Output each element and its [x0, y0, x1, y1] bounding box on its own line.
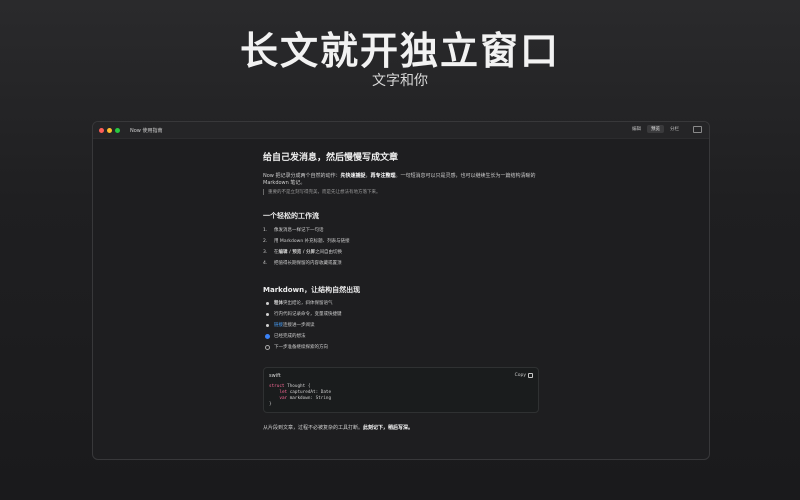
mode-edit[interactable]: 编辑 — [628, 125, 645, 133]
sidebar-toggle-icon[interactable] — [693, 126, 702, 133]
bullet-item: 行内代码记录命令，变量或快捷键 — [263, 309, 539, 320]
bullet-text: 行内代码记录命令，变量或快捷键 — [274, 312, 342, 317]
bullet-icon — [266, 324, 269, 327]
hero-subtitle: 文字和你 — [372, 73, 428, 89]
section-heading-markdown: Markdown，让结构自然出现 — [263, 286, 361, 294]
list-number: 3. — [263, 250, 268, 255]
doc-title: 给自己发消息，然后慢慢写成文章 — [263, 153, 399, 163]
list-text: 之间自由切换 — [315, 250, 343, 255]
section-heading-workflow: 一个轻松的工作流 — [263, 212, 319, 220]
code-keyword: var — [279, 396, 288, 401]
intro-bold: 先快速捕捉 — [340, 173, 366, 179]
minimize-icon[interactable] — [107, 127, 112, 133]
code-content: struct Thought { let capturedAt: Date va… — [269, 384, 331, 408]
task-text: 下一步准备继续探索的方向 — [274, 345, 328, 350]
mode-switcher: 编辑 预览 分栏 — [628, 125, 683, 133]
bullet-text: 突出结论，斜体保留语气 — [283, 301, 333, 306]
code-block: swift Copy struct Thought { let captured… — [263, 367, 539, 413]
intro-bold: 再专注整理 — [370, 173, 396, 179]
workflow-list: 1. 像发消息一样记下一句话 2. 用 Markdown 补充标题、列表与链接 3.… — [263, 225, 539, 269]
code-keyword: struct — [269, 384, 285, 389]
list-number: 1. — [263, 228, 268, 233]
code-text: } — [269, 402, 272, 407]
copy-label: Copy — [514, 373, 526, 378]
code-keyword: let — [279, 390, 288, 395]
intro-paragraph: Now 把记录分成两个自然的动作：先快速捕捉，再专注整理。一句短消息可以只是灵感… — [263, 173, 539, 187]
copy-icon — [528, 373, 533, 378]
bullet-icon — [266, 302, 269, 305]
list-item: 1. 像发消息一样记下一句话 — [263, 225, 539, 236]
intro-text: Now 把记录分成两个自然的动作： — [263, 173, 341, 179]
feature-list: 粗体 突出结论，斜体保留语气 行内代码记录命令，变量或快捷键 链接 连接进一步阅读 … — [263, 298, 539, 353]
document-preview: 给自己发消息，然后慢慢写成文章 Now 把记录分成两个自然的动作：先快速捕捉，再… — [263, 150, 539, 431]
bullet-link[interactable]: 链接 — [274, 320, 283, 331]
task-item: 下一步准备继续探索的方向 — [263, 342, 539, 353]
list-number: 2. — [263, 239, 268, 244]
list-text: 把值得长期保留的内容收藏或置顶 — [274, 261, 342, 266]
code-language: swift — [269, 373, 281, 379]
titlebar: Now 使用指南 编辑 预览 分栏 — [93, 122, 709, 139]
close-icon[interactable] — [99, 127, 104, 133]
bullet-item: 链接 连接进一步阅读 — [263, 320, 539, 331]
checkbox-unchecked[interactable] — [265, 345, 270, 350]
mode-split[interactable]: 分栏 — [666, 125, 683, 133]
code-text: capturedAt: Date — [287, 390, 332, 395]
copy-button[interactable]: Copy — [515, 373, 533, 378]
list-item: 3. 在 编辑 / 预览 / 分屏 之间自由切换 — [263, 247, 539, 258]
closing-paragraph: 从片段到文章，过程不必被复杂的工具打断。此刻记下，稍后写深。 — [263, 424, 539, 431]
bullet-bold: 粗体 — [274, 301, 283, 306]
list-item: 2. 用 Markdown 补充标题、列表与链接 — [263, 236, 539, 247]
list-number: 4. — [263, 261, 268, 266]
list-item: 4. 把值得长期保留的内容收藏或置顶 — [263, 258, 539, 269]
code-text: Thought { — [284, 384, 311, 389]
task-item: 已经完成的想法 — [263, 331, 539, 342]
closing-bold: 此刻记下，稍后写深。 — [363, 425, 414, 431]
closing-text: 从片段到文章，过程不必被复杂的工具打断。 — [263, 425, 364, 431]
list-bold: 编辑 / 预览 / 分屏 — [278, 250, 316, 255]
mode-preview[interactable]: 预览 — [647, 125, 664, 133]
checkbox-checked[interactable] — [265, 334, 270, 339]
window-title: Now 使用指南 — [130, 127, 163, 134]
zoom-icon[interactable] — [115, 127, 120, 133]
blockquote: 重要的不是立刻写得完美，而是先让想法有地方落下来。 — [263, 189, 539, 195]
task-text: 已经完成的想法 — [274, 334, 306, 339]
app-window: Now 使用指南 编辑 预览 分栏 给自己发消息，然后慢慢写成文章 Now 把记… — [92, 121, 710, 460]
traffic-lights — [99, 127, 120, 133]
list-text: 像发消息一样记下一句话 — [274, 228, 324, 233]
bullet-item: 粗体 突出结论，斜体保留语气 — [263, 298, 539, 309]
hero-title: 长文就开独立窗口 — [239, 29, 560, 73]
list-text: 用 Markdown 补充标题、列表与链接 — [274, 239, 350, 244]
code-line: } — [269, 402, 331, 408]
code-text: markdown: String — [287, 396, 332, 401]
code-line: var markdown: String — [269, 396, 331, 402]
bullet-text: 连接进一步阅读 — [283, 323, 315, 328]
bullet-icon — [266, 313, 269, 316]
